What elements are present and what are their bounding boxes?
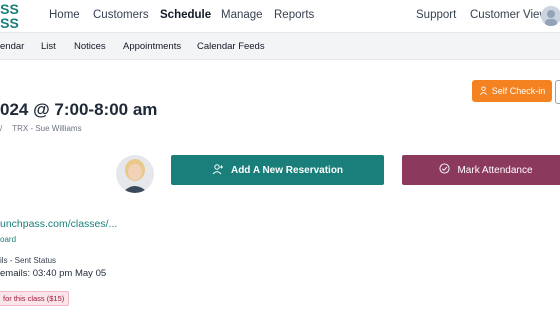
- class-url-link[interactable]: unchpass.com/classes/...: [0, 218, 117, 230]
- email-status-heading: ils - Sent Status: [0, 256, 57, 265]
- nav-home[interactable]: Home: [49, 9, 80, 21]
- sub-nav: endar List Notices Appointments Calendar…: [0, 32, 560, 60]
- price-badge: for this class ($15): [0, 291, 70, 306]
- mark-attendance-label: Mark Attendance: [457, 164, 533, 176]
- subnav-notices[interactable]: Notices: [74, 41, 106, 52]
- subnav-appointments[interactable]: Appointments: [123, 41, 181, 52]
- nav-reports[interactable]: Reports: [274, 9, 314, 21]
- email-status-value: emails: 03:40 pm May 05: [0, 268, 107, 279]
- user-avatar[interactable]: [541, 6, 560, 26]
- subnav-list[interactable]: List: [41, 41, 56, 52]
- add-reservation-button[interactable]: Add A New Reservation: [171, 155, 384, 185]
- breadcrumb-class[interactable]: TRX - Sue Williams: [12, 124, 81, 133]
- nav-customers[interactable]: Customers: [93, 9, 149, 21]
- person-icon: [479, 85, 488, 97]
- subnav-calendar-feeds[interactable]: Calendar Feeds: [197, 41, 265, 52]
- subnav-calendar[interactable]: endar: [0, 41, 24, 52]
- more-actions-button[interactable]: [555, 80, 560, 104]
- breadcrumb-separator: /: [0, 124, 3, 133]
- self-check-in-label: Self Check-in: [491, 86, 546, 96]
- nav-schedule[interactable]: Schedule: [160, 9, 211, 21]
- punchpass-logo[interactable]: ASS ASS: [0, 2, 32, 30]
- mark-attendance-button[interactable]: Mark Attendance: [402, 155, 560, 185]
- page-title: 024 @ 7:00-8:00 am: [0, 100, 158, 119]
- top-nav: ASS ASS Home Customers Schedule Manage R…: [0, 0, 560, 32]
- self-check-in-button[interactable]: Self Check-in: [472, 80, 552, 102]
- add-reservation-label: Add A New Reservation: [230, 164, 344, 176]
- svg-text:ASS: ASS: [0, 15, 19, 30]
- nav-support[interactable]: Support: [416, 9, 456, 21]
- board-link[interactable]: oard: [0, 235, 16, 244]
- check-circle-icon: [439, 163, 451, 177]
- nav-customer-view[interactable]: Customer View: [470, 9, 548, 21]
- nav-manage[interactable]: Manage: [221, 9, 263, 21]
- instructor-avatar: [116, 155, 154, 193]
- add-user-icon: [212, 163, 224, 178]
- breadcrumb: / TRX - Sue Williams: [0, 124, 82, 133]
